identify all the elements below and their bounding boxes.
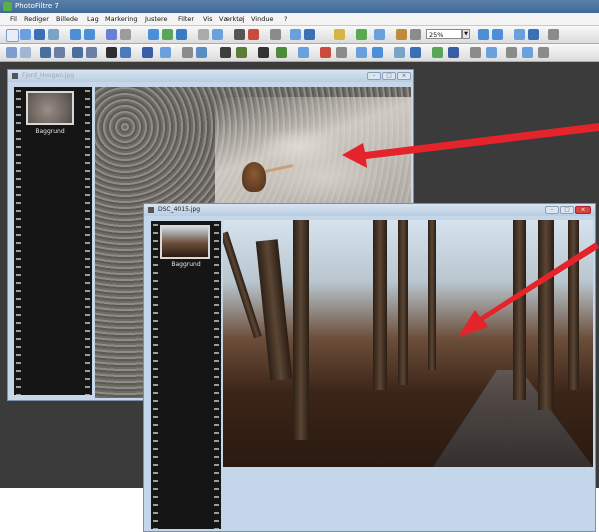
shape-icon[interactable]	[142, 47, 153, 58]
photofiltre-logo-icon	[3, 2, 12, 11]
menu-justere[interactable]: Justere	[145, 15, 168, 23]
arrow-to-beach-window	[342, 123, 599, 168]
fill-icon[interactable]	[72, 47, 83, 58]
plugin-icon[interactable]	[276, 47, 287, 58]
export-icon[interactable]	[470, 47, 481, 58]
zoom-dropdown-icon[interactable]: ▼	[462, 29, 470, 39]
zoom-in-icon[interactable]	[478, 29, 489, 40]
stamp-icon[interactable]	[160, 47, 171, 58]
menu-vaerktoj[interactable]: Værktøj	[219, 15, 245, 23]
fullscreen-icon[interactable]	[410, 29, 421, 40]
brightness-icon[interactable]	[290, 29, 301, 40]
gamma-icon[interactable]	[394, 47, 405, 58]
photofiltre-app: PhotoFiltre 7 Fil Rediger Billede Lag Ma…	[0, 0, 599, 532]
green-filter-icon[interactable]	[432, 47, 443, 58]
zoom-input[interactable]: 25%	[426, 29, 462, 39]
new-file-icon[interactable]	[6, 29, 19, 42]
flip-icon[interactable]	[212, 29, 223, 40]
open-icon[interactable]	[20, 29, 31, 40]
select-icon[interactable]	[6, 47, 17, 58]
negative-icon[interactable]	[410, 47, 421, 58]
redo-icon[interactable]	[84, 29, 95, 40]
copy-icon[interactable]	[106, 29, 117, 40]
menu-lag[interactable]: Lag	[87, 15, 99, 23]
hue-icon[interactable]	[356, 47, 367, 58]
spray-icon[interactable]	[86, 47, 97, 58]
help-icon[interactable]	[538, 47, 549, 58]
fit-icon[interactable]	[514, 29, 525, 40]
zoom-out-icon[interactable]	[492, 29, 503, 40]
menu-fil[interactable]: Fil	[10, 15, 17, 23]
contrast-icon[interactable]	[304, 29, 315, 40]
preview-icon[interactable]	[506, 47, 517, 58]
batch-icon[interactable]	[298, 47, 309, 58]
mask-icon[interactable]	[236, 47, 247, 58]
frame-icon[interactable]	[396, 29, 407, 40]
main-toolbar: 25% ▼	[0, 26, 599, 44]
undo-icon[interactable]	[70, 29, 81, 40]
annotation-arrows	[342, 123, 599, 337]
levels-icon[interactable]	[320, 47, 331, 58]
actual-size-icon[interactable]	[528, 29, 539, 40]
filter-icon[interactable]	[234, 29, 245, 40]
curves-icon[interactable]	[336, 47, 347, 58]
crop-icon[interactable]	[176, 29, 187, 40]
lasso-icon[interactable]	[20, 47, 31, 58]
text-icon[interactable]	[106, 47, 117, 58]
app-titlebar: PhotoFiltre 7	[0, 0, 599, 13]
secondary-toolbar	[0, 44, 599, 62]
menu-filter[interactable]: Filter	[178, 15, 194, 23]
app-title: PhotoFiltre 7	[15, 2, 59, 10]
pencil-icon[interactable]	[54, 47, 65, 58]
line-icon[interactable]	[120, 47, 131, 58]
menu-markering[interactable]: Markering	[105, 15, 138, 23]
saturation-icon[interactable]	[372, 47, 383, 58]
menu-vis[interactable]: Vis	[203, 15, 213, 23]
print-icon[interactable]	[48, 29, 59, 40]
grid-icon[interactable]	[258, 47, 269, 58]
menu-rediger[interactable]: Rediger	[24, 15, 49, 23]
resize-icon[interactable]	[374, 29, 385, 40]
menu-vindue[interactable]: Vindue	[251, 15, 273, 23]
paste-icon[interactable]	[120, 29, 131, 40]
sharpen-icon[interactable]	[196, 47, 207, 58]
canvas-size-icon[interactable]	[162, 29, 173, 40]
red-eye-icon[interactable]	[248, 29, 259, 40]
layer-icon[interactable]	[220, 47, 231, 58]
menubar: Fil Rediger Billede Lag Markering Juster…	[0, 13, 599, 26]
save-icon[interactable]	[34, 29, 45, 40]
arrow-to-forest-window	[458, 242, 599, 337]
image-size-icon[interactable]	[148, 29, 159, 40]
gradient-icon[interactable]	[334, 29, 345, 40]
color-icon[interactable]	[356, 29, 367, 40]
web-icon[interactable]	[486, 47, 497, 58]
menu-billede[interactable]: Billede	[56, 15, 78, 23]
settings-icon[interactable]	[270, 29, 281, 40]
options-icon[interactable]	[522, 47, 533, 58]
rotate-icon[interactable]	[198, 29, 209, 40]
menu-help[interactable]: ?	[284, 15, 287, 23]
info-icon[interactable]	[548, 29, 559, 40]
blue-filter-icon[interactable]	[448, 47, 459, 58]
blur-icon[interactable]	[182, 47, 193, 58]
brush-icon[interactable]	[40, 47, 51, 58]
workspace: Fjord_Hvogen.jpg – □ × Baggrund DSC_4015…	[0, 62, 599, 532]
